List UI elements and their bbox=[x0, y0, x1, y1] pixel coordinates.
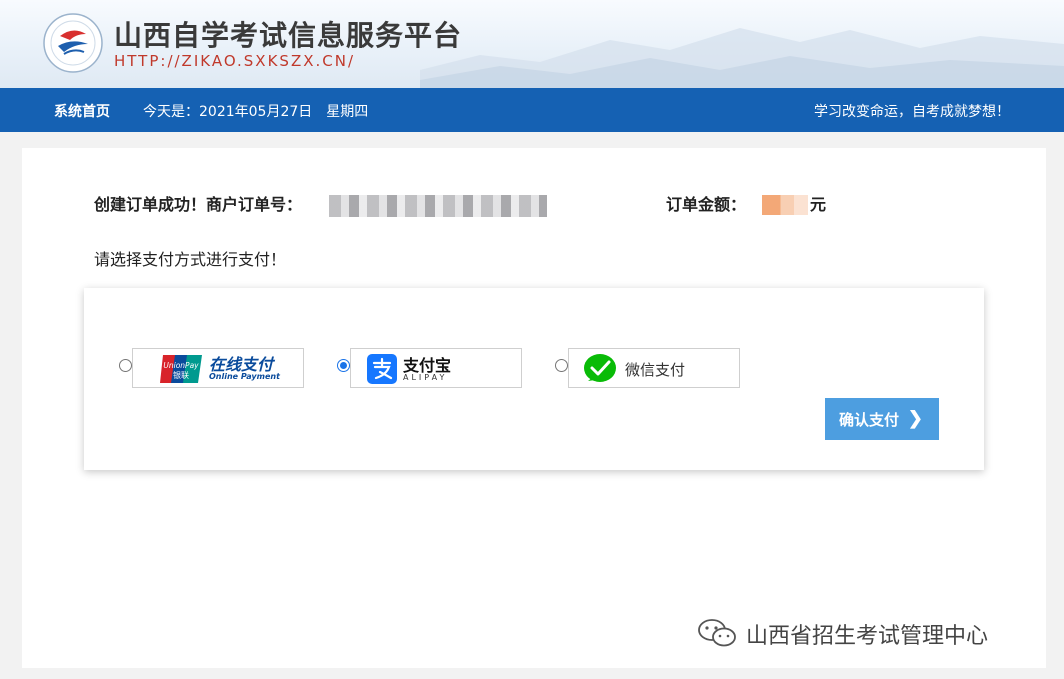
unionpay-logo-text: UnionPay bbox=[163, 361, 199, 370]
unionpay-subtitle: Online Payment bbox=[209, 372, 280, 381]
top-nav: 系统首页 今天是：2021年05月27日 星期四 学习改变命运，自考成就梦想！ bbox=[0, 88, 1064, 132]
confirm-payment-button[interactable]: 确认支付 ❯ bbox=[825, 398, 939, 440]
payment-prompt: 请选择支付方式进行支付！ bbox=[94, 250, 287, 269]
radio-alipay[interactable] bbox=[337, 359, 350, 372]
watermark-text: 山西省招生考试管理中心 bbox=[746, 624, 989, 649]
site-title: 山西自学考试信息服务平台 bbox=[114, 19, 463, 52]
order-amount-label: 订单金额： bbox=[666, 195, 747, 214]
alipay-logo-icon bbox=[367, 354, 397, 384]
site-logo-icon bbox=[43, 13, 103, 73]
unionpay-logo-icon: UnionPay 银联 bbox=[160, 355, 202, 383]
site-header: 山西自学考试信息服务平台 HTTP://ZIKAO.SXKSZX.CN/ bbox=[0, 0, 1064, 88]
order-amount-redacted bbox=[762, 195, 808, 215]
radio-unionpay[interactable] bbox=[119, 359, 132, 372]
order-number-redacted bbox=[329, 195, 547, 217]
radio-wechat[interactable] bbox=[555, 359, 568, 372]
nav-slogan: 学习改变命运，自考成就梦想！ bbox=[814, 104, 1010, 120]
option-alipay[interactable]: 支付宝 ALIPAY bbox=[350, 348, 522, 388]
option-wechat[interactable]: 微信支付 bbox=[568, 348, 740, 388]
site-url[interactable]: HTTP://ZIKAO.SXKSZX.CN/ bbox=[114, 52, 355, 70]
order-success-label: 创建订单成功！商户订单号： bbox=[94, 195, 303, 214]
mountain-background bbox=[420, 28, 1064, 88]
wechat-watermark: 山西省招生考试管理中心 bbox=[696, 616, 1036, 650]
chevron-right-icon: ❯ bbox=[907, 408, 923, 428]
wechat-title: 微信支付 bbox=[625, 361, 686, 379]
alipay-subtitle: ALIPAY bbox=[403, 373, 448, 382]
nav-date: 今天是：2021年05月27日 星期四 bbox=[143, 104, 369, 120]
main-panel: 创建订单成功！商户订单号： 订单金额： 元 请选择支付方式进行支付！ Union… bbox=[22, 148, 1046, 668]
nav-home-link[interactable]: 系统首页 bbox=[54, 101, 110, 121]
payment-options-box: UnionPay 银联 在线支付 Online Payment 支付宝 ALIP… bbox=[84, 288, 984, 470]
option-unionpay[interactable]: UnionPay 银联 在线支付 Online Payment bbox=[132, 348, 304, 388]
wechat-pay-logo-icon bbox=[584, 354, 616, 382]
unionpay-logo-sub: 银联 bbox=[173, 370, 189, 380]
wechat-icon bbox=[698, 619, 736, 647]
confirm-payment-label: 确认支付 bbox=[839, 411, 900, 429]
order-amount-unit: 元 bbox=[810, 195, 827, 214]
